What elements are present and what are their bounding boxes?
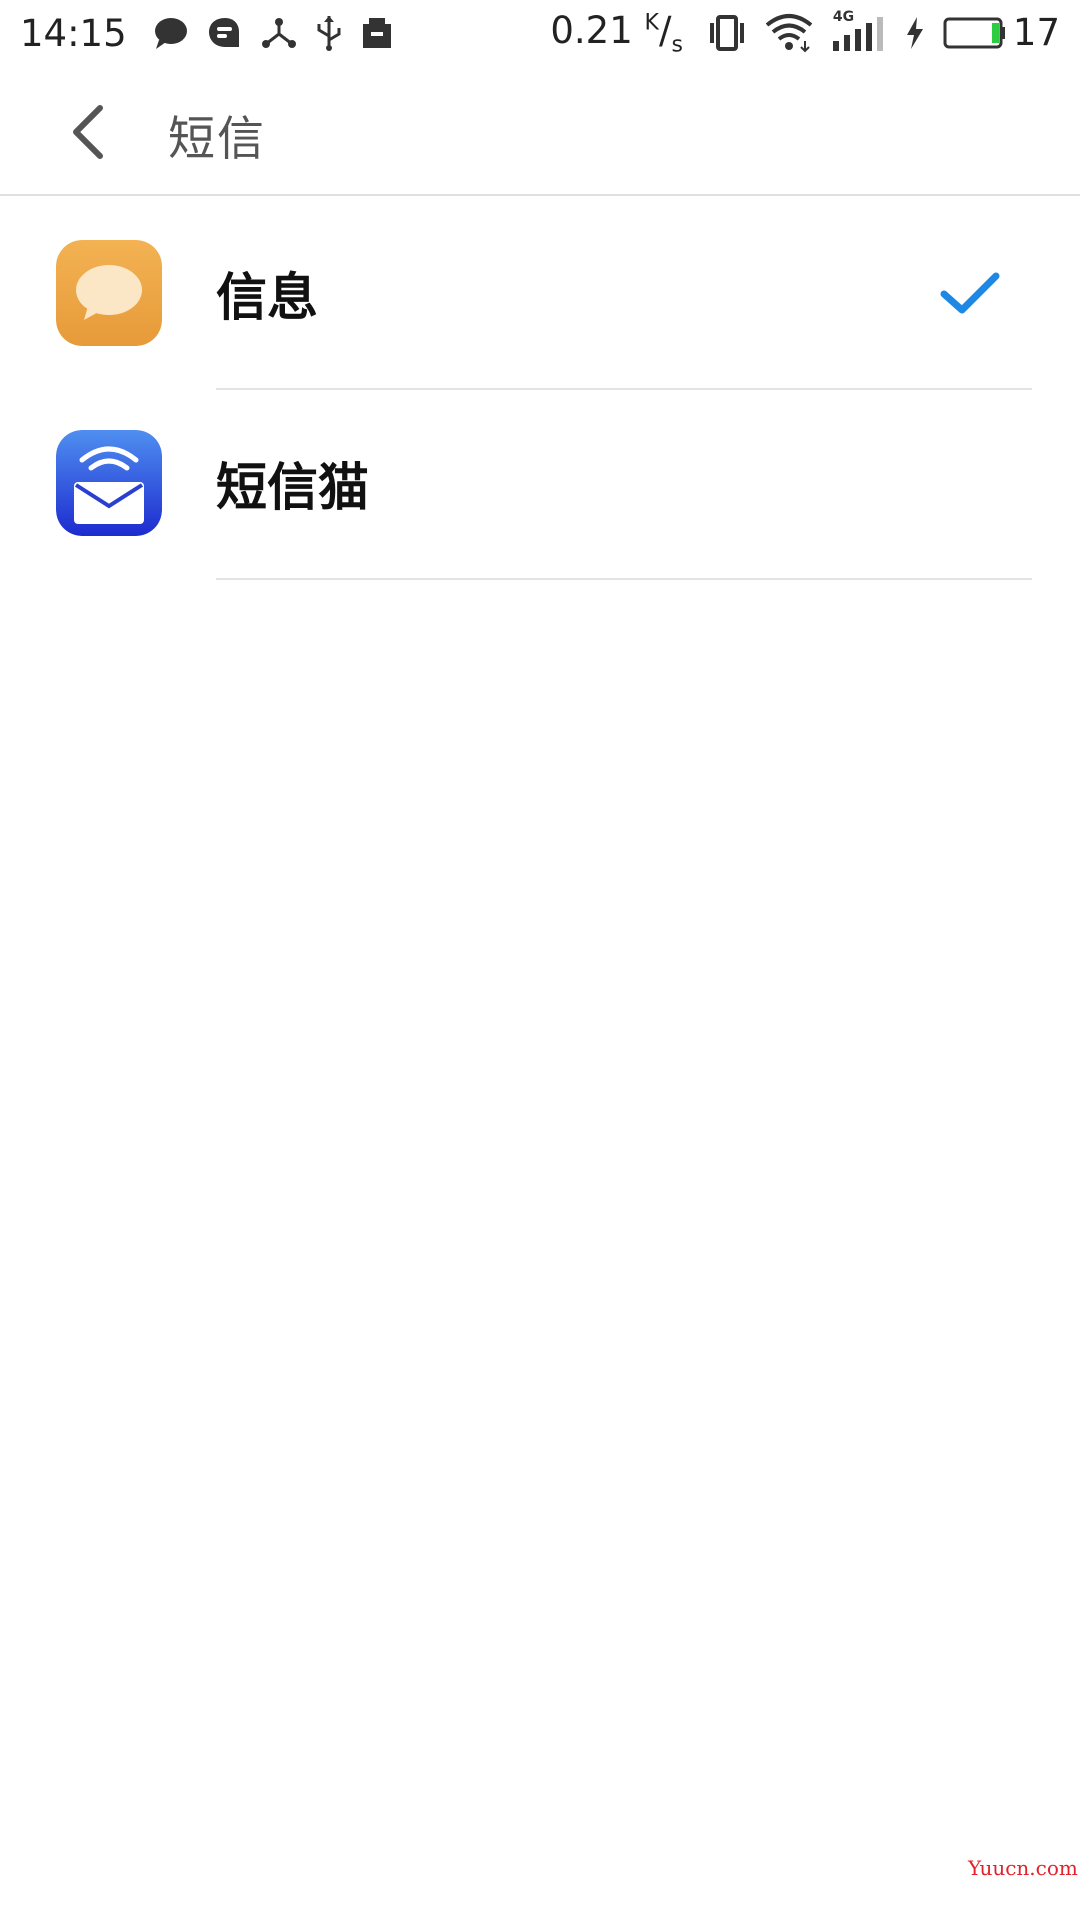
network-speed-value: 0.21: [550, 8, 633, 52]
clipboard-icon: [361, 16, 393, 50]
chevron-left-icon: [73, 105, 103, 159]
status-bar-right: 0.21 K/s 4G 17: [550, 9, 1060, 57]
status-bar-left: 14:15: [20, 12, 411, 55]
watermark: Yuucn.com: [968, 1856, 1078, 1880]
list-item-sms-cat[interactable]: 短信猫: [0, 390, 1080, 580]
message-app-icon: [207, 16, 243, 50]
network-speed-unit-bottom: s: [671, 32, 683, 58]
network-speed-unit-top: K: [644, 10, 659, 36]
network-type-label: 4G: [832, 8, 855, 25]
app-list: 信息 短信猫: [0, 200, 1080, 580]
battery-icon: [943, 16, 1007, 50]
back-button[interactable]: [60, 102, 116, 162]
signal-icon: 4G: [831, 9, 887, 51]
page-title: 短信: [168, 112, 266, 167]
status-bar: 14:15 0.21 K/s 4G 17: [0, 0, 1080, 66]
check-icon: [940, 272, 1000, 314]
charging-icon: [905, 16, 925, 50]
app-label: 短信猫: [216, 459, 370, 518]
share-icon: [261, 16, 297, 50]
app-label: 信息: [216, 269, 319, 328]
status-time: 14:15: [20, 11, 127, 55]
wifi-icon: [765, 13, 813, 53]
message-bubble-icon: [56, 240, 162, 346]
divider: [216, 578, 1032, 580]
toolbar: 短信: [0, 66, 1080, 196]
envelope-wifi-icon: [56, 430, 162, 536]
chat-bubble-icon: [153, 16, 189, 50]
screen: 14:15 0.21 K/s 4G 17 短信 信息 短信猫 Yuucn.com: [0, 0, 1080, 1920]
usb-icon: [315, 14, 343, 52]
battery-percent: 17: [1012, 11, 1060, 55]
list-item-messages[interactable]: 信息: [0, 200, 1080, 390]
network-speed: 0.21 K/s: [550, 8, 683, 58]
vibrate-icon: [707, 14, 747, 51]
